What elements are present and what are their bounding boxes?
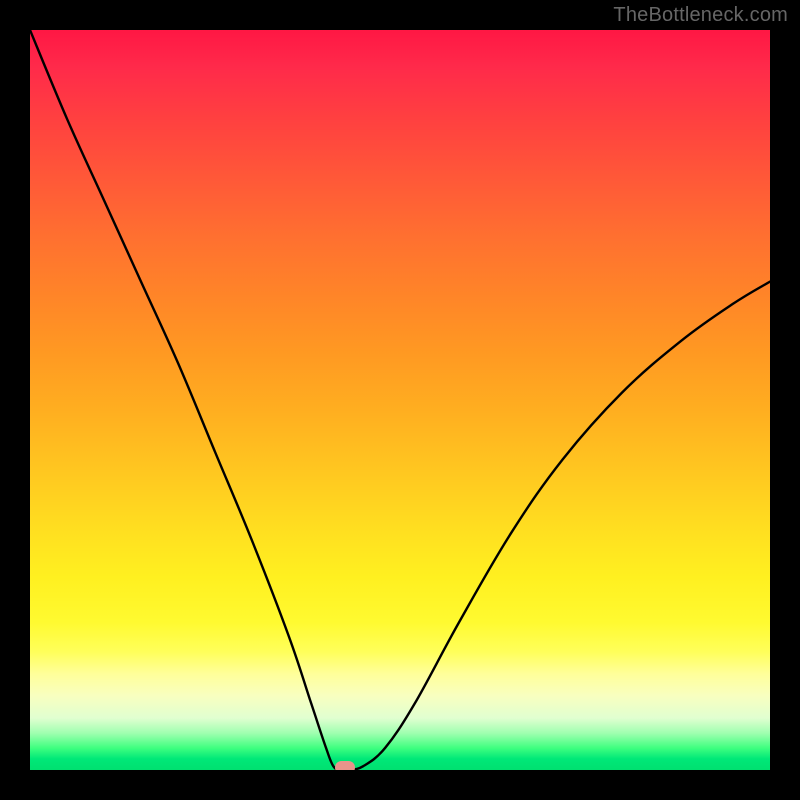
plot-area	[30, 30, 770, 770]
bottleneck-curve	[30, 30, 770, 770]
chart-container: TheBottleneck.com	[0, 0, 800, 800]
minimum-marker	[335, 761, 355, 770]
curve-svg	[30, 30, 770, 770]
watermark-label: TheBottleneck.com	[613, 4, 788, 27]
